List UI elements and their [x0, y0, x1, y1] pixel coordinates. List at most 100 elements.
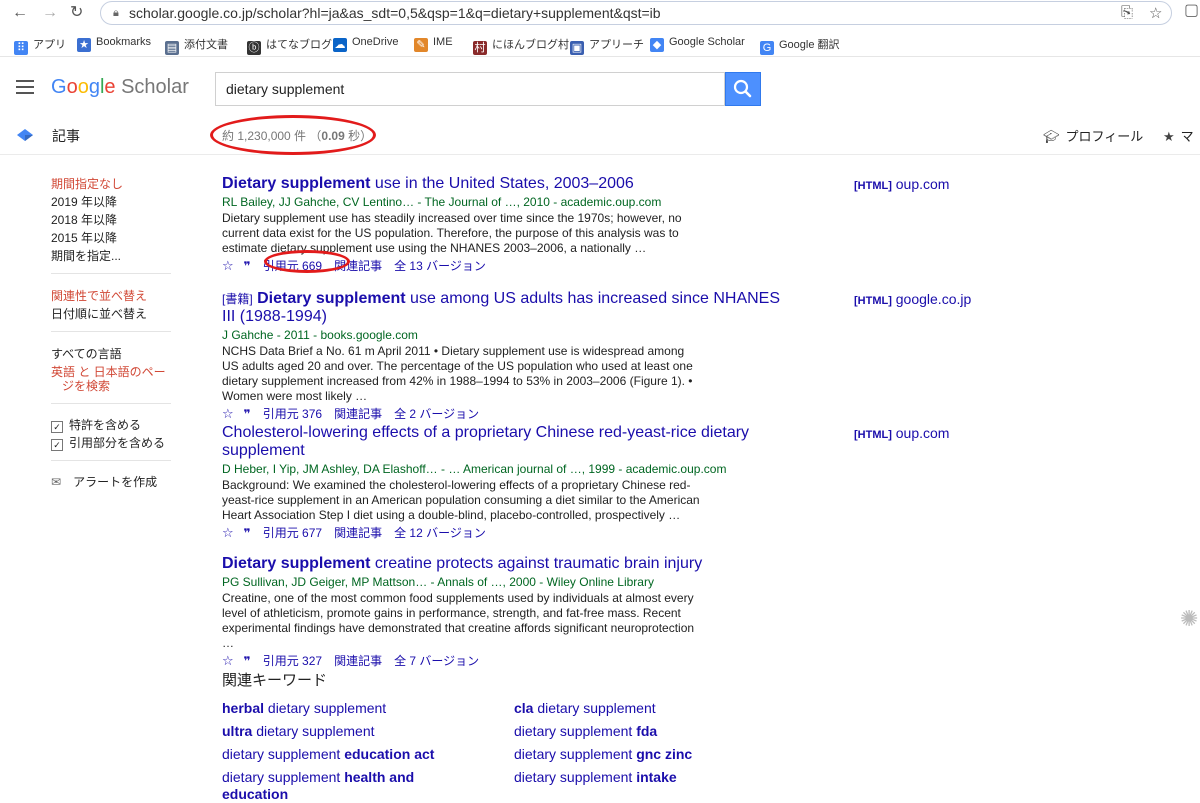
bookmark-label: Google Scholar — [669, 36, 745, 48]
related-search-link[interactable]: dietary supplement gnc zinc — [514, 746, 754, 763]
sort-by-relevance[interactable]: 関連性で並べ替え — [51, 287, 147, 304]
versions-link[interactable]: 全 7 バージョン — [394, 654, 479, 668]
fulltext-tag: [HTML] — [854, 295, 892, 307]
result-fulltext-link[interactable]: [HTML] oup.com — [854, 176, 949, 192]
filter-custom-range[interactable]: 期間を指定... — [51, 247, 121, 264]
result-fulltext-link[interactable]: [HTML] oup.com — [854, 425, 949, 441]
related-search-link[interactable]: ultra dietary supplement — [222, 723, 437, 740]
profile-link[interactable]: 🎓︎ プロフィール — [1043, 126, 1143, 145]
fulltext-tag: [HTML] — [854, 180, 892, 192]
result-actions: ☆ ❞ 引用元 677 関連記事全 12 バージョン — [222, 525, 782, 541]
back-arrow-icon[interactable]: ← — [12, 4, 28, 22]
search-result: [書籍] Dietary supplement use among US adu… — [222, 290, 782, 422]
save-star-icon[interactable]: ☆ — [222, 258, 234, 273]
related-search-bold: intake — [636, 769, 677, 785]
search-button[interactable] — [725, 72, 761, 106]
related-search-pre: dietary supplement — [222, 746, 345, 762]
fulltext-domain: oup.com — [895, 425, 950, 441]
extension-icon[interactable]: ▢ — [1184, 2, 1199, 20]
google-scholar-logo[interactable]: Google Scholar — [51, 76, 189, 99]
my-library-link[interactable]: ★ マ — [1163, 126, 1194, 145]
lang-any[interactable]: すべての言語 — [51, 345, 122, 362]
checkbox-checked-icon[interactable]: ✓ — [51, 421, 63, 433]
forward-arrow-icon[interactable]: → — [42, 4, 58, 22]
cited-by-link[interactable]: 引用元 376 — [263, 407, 322, 421]
bookmark-item[interactable]: ◆ Google Scholar — [650, 36, 745, 52]
cite-quote-icon[interactable]: ❞ — [244, 526, 251, 540]
related-search-link[interactable]: dietary supplement intake — [514, 769, 754, 786]
search-result: Dietary supplement creatine protects aga… — [222, 555, 782, 669]
related-search-link[interactable]: cla dietary supplement — [514, 700, 754, 717]
related-search-link[interactable]: dietary supplement fda — [514, 723, 754, 740]
profile-label: プロフィール — [1065, 129, 1144, 144]
related-articles-link[interactable]: 関連記事 — [334, 526, 382, 540]
checkbox-checked-icon[interactable]: ✓ — [51, 439, 63, 451]
cite-quote-icon[interactable]: ❞ — [244, 259, 251, 273]
versions-link[interactable]: 全 13 バージョン — [394, 259, 486, 273]
cited-by-link[interactable]: 引用元 327 — [263, 654, 322, 668]
bookmark-item[interactable]: ✎ IME — [414, 36, 453, 52]
save-star-icon[interactable]: ☆ — [222, 653, 234, 668]
related-search-link[interactable]: dietary supplement education act — [222, 746, 437, 763]
logo-letter: o — [66, 76, 78, 98]
related-articles-link[interactable]: 関連記事 — [334, 407, 382, 421]
filter-since-2018[interactable]: 2018 年以降 — [51, 211, 117, 228]
include-citations-option[interactable]: ✓ 引用部分を含める — [51, 434, 165, 451]
result-meta: PG Sullivan, JD Geiger, MP Mattson… - An… — [222, 575, 654, 589]
save-star-icon[interactable]: ☆ — [222, 525, 234, 540]
filter-since-2015[interactable]: 2015 年以降 — [51, 229, 117, 246]
result-title[interactable]: Dietary supplement use in the United Sta… — [222, 175, 782, 193]
lang-english-japanese-cont[interactable]: ジを検索 — [62, 377, 110, 394]
logo-letter: e — [104, 76, 116, 98]
bookmark-item[interactable]: ▤ 添付文書 — [165, 36, 228, 55]
bookmark-item[interactable]: ⠿ アプリ — [14, 36, 66, 55]
search-input[interactable] — [224, 80, 708, 98]
reload-icon[interactable]: ↻ — [70, 4, 83, 22]
cite-quote-icon[interactable]: ❞ — [244, 407, 251, 421]
related-search-pre: dietary supplement — [514, 769, 637, 785]
envelope-icon: ✉ — [51, 475, 62, 489]
bookmark-item[interactable]: G Google 翻訳 — [760, 36, 840, 55]
related-search-link[interactable]: dietary supplement health and education — [222, 769, 437, 803]
address-bar[interactable]: 🔒︎ scholar.google.co.jp/scholar?hl=ja&as… — [100, 1, 1172, 25]
result-title-rest: use in the United States, 2003–2006 — [370, 175, 634, 192]
result-title[interactable]: Cholesterol-lowering effects of a propri… — [222, 424, 782, 460]
save-star-icon[interactable]: ☆ — [222, 406, 234, 421]
create-alert-label: アラートを作成 — [73, 475, 158, 489]
include-patents-label: 特許を含める — [69, 418, 142, 432]
translate-page-icon[interactable]: ⎘ — [1121, 4, 1133, 21]
bookmark-label: Bookmarks — [96, 36, 152, 48]
search-result: Cholesterol-lowering effects of a propri… — [222, 424, 782, 541]
bookmark-item[interactable]: ☁ OneDrive — [333, 36, 398, 52]
include-patents-option[interactable]: ✓ 特許を含める — [51, 416, 141, 433]
result-title[interactable]: Dietary supplement creatine protects aga… — [222, 555, 782, 573]
document-icon: ▤ — [165, 41, 179, 55]
loading-spinner-icon: ✺ — [1180, 606, 1199, 631]
filter-since-2019[interactable]: 2019 年以降 — [51, 193, 117, 210]
result-title-rest: creatine protects against traumatic brai… — [370, 555, 703, 572]
bookmark-label: アプリーチ — [589, 39, 644, 51]
bookmark-item[interactable]: ⓑ はてなブログ — [247, 36, 332, 55]
related-search-bold: herbal — [222, 700, 265, 716]
graduation-cap-icon: 🎓︎ — [1043, 129, 1060, 144]
versions-link[interactable]: 全 2 バージョン — [394, 407, 479, 421]
create-alert-link[interactable]: ✉ アラートを作成 — [51, 473, 157, 490]
sort-by-date[interactable]: 日付順に並べ替え — [51, 305, 147, 322]
bookmark-star-icon[interactable]: ☆ — [1149, 4, 1162, 22]
related-articles-link[interactable]: 関連記事 — [334, 654, 382, 668]
bookmark-item[interactable]: ★ Bookmarks — [77, 36, 151, 52]
hamburger-menu-icon[interactable] — [16, 80, 34, 98]
result-title-bold: Dietary supplement — [257, 290, 406, 307]
result-title[interactable]: [書籍] Dietary supplement use among US adu… — [222, 290, 782, 326]
sidebar-divider — [51, 331, 171, 332]
bookmark-item[interactable]: ▣ アプリーチ — [570, 36, 644, 55]
result-fulltext-link[interactable]: [HTML] google.co.jp — [854, 291, 971, 307]
bookmark-item[interactable]: 村にほんブログ村 — [473, 36, 569, 55]
filter-any-time[interactable]: 期間指定なし — [51, 175, 123, 192]
articles-label[interactable]: 記事 — [52, 126, 80, 146]
cite-quote-icon[interactable]: ❞ — [244, 654, 251, 668]
versions-link[interactable]: 全 12 バージョン — [394, 526, 486, 540]
cited-by-link[interactable]: 引用元 677 — [263, 526, 322, 540]
related-search-link[interactable]: herbal dietary supplement — [222, 700, 437, 717]
search-box[interactable] — [215, 72, 725, 106]
